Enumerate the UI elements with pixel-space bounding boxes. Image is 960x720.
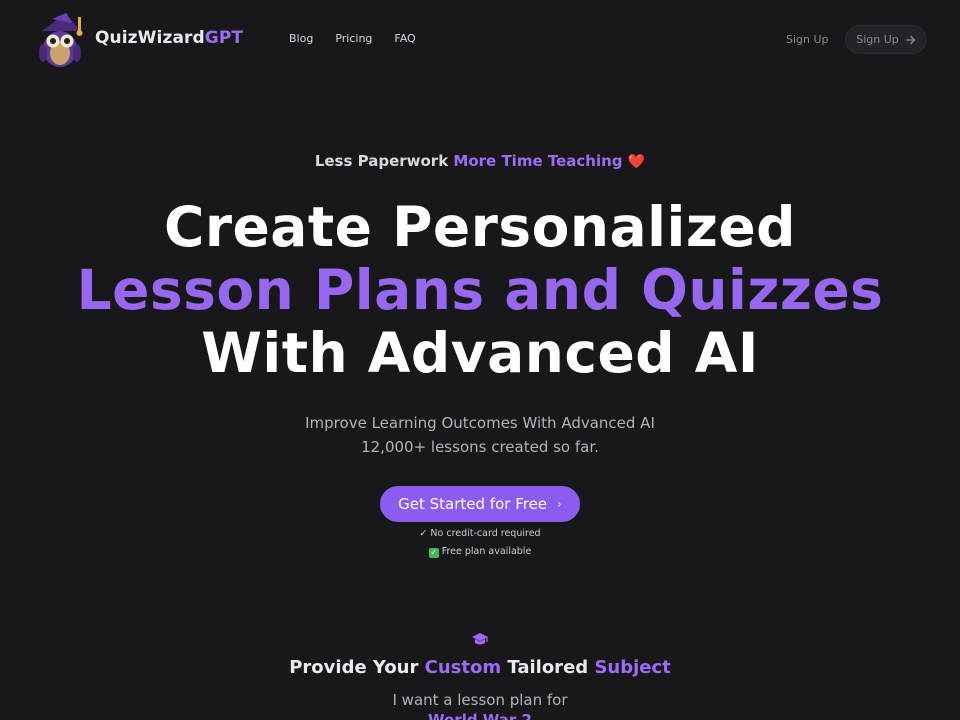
owl-wizard-logo[interactable] <box>32 11 88 69</box>
no-credit-card-note: ✓ No credit-card required <box>419 528 541 539</box>
get-started-label: Get Started for Free <box>398 495 548 513</box>
graduation-cap-icon <box>471 630 489 648</box>
nav-pricing-link[interactable]: Pricing <box>335 32 372 45</box>
hero-headline: Create Personalized Lesson Plans and Qui… <box>0 196 960 385</box>
landing-page: QuizWizardGPT Blog Pricing FAQ Sign Up S… <box>0 0 960 720</box>
section-title-accent1: Custom <box>424 657 502 678</box>
headline-line3: With Advanced AI <box>201 321 759 385</box>
hero-eyebrow: Less Paperwork More Time Teaching ❤️ <box>0 152 960 170</box>
section-title-part2: Tailored <box>501 657 595 678</box>
nav-blog-link[interactable]: Blog <box>289 32 313 45</box>
signup-button[interactable]: Sign Up <box>845 25 927 54</box>
nav-faq-link[interactable]: FAQ <box>394 32 415 45</box>
lesson-topic: World War 2 <box>427 711 532 720</box>
brand-name-part1: QuizWizard <box>95 28 205 48</box>
subtitle-line2: 12,000+ lessons created so far. <box>361 438 599 456</box>
top-nav: QuizWizardGPT Blog Pricing FAQ Sign Up S… <box>0 0 960 80</box>
section-title-accent2: Subject <box>594 657 671 678</box>
heart-icon: ❤️ <box>627 154 646 170</box>
eyebrow-plain: Less Paperwork <box>314 152 449 170</box>
brand-name-part2: GPT <box>204 28 244 48</box>
subtitle-line1: Improve Learning Outcomes With Advanced … <box>305 414 655 432</box>
lesson-prompt: I want a lesson plan for <box>392 691 568 709</box>
headline-line2: Lesson Plans and Quizzes <box>76 258 884 322</box>
get-started-button[interactable]: Get Started for Free › <box>380 486 580 522</box>
free-plan-note: ✓ Free plan available <box>0 546 960 558</box>
hero-subtitle: Improve Learning Outcomes With Advanced … <box>0 411 960 459</box>
brand-name[interactable]: QuizWizardGPT <box>95 28 243 48</box>
check-box-icon: ✓ <box>428 548 439 558</box>
section-title: Provide Your Custom Tailored Subject <box>0 657 960 678</box>
eyebrow-accent: More Time Teaching <box>453 152 623 170</box>
chevron-right-icon: › <box>557 497 562 511</box>
signup-button-label: Sign Up <box>856 33 899 46</box>
section-title-part1: Provide Your <box>289 657 425 678</box>
nav-links: Blog Pricing FAQ <box>289 32 416 45</box>
free-plan-label: Free plan available <box>441 546 532 557</box>
signup-link[interactable]: Sign Up <box>786 33 829 46</box>
arrow-right-icon <box>905 35 916 45</box>
headline-line1: Create Personalized <box>163 195 797 259</box>
